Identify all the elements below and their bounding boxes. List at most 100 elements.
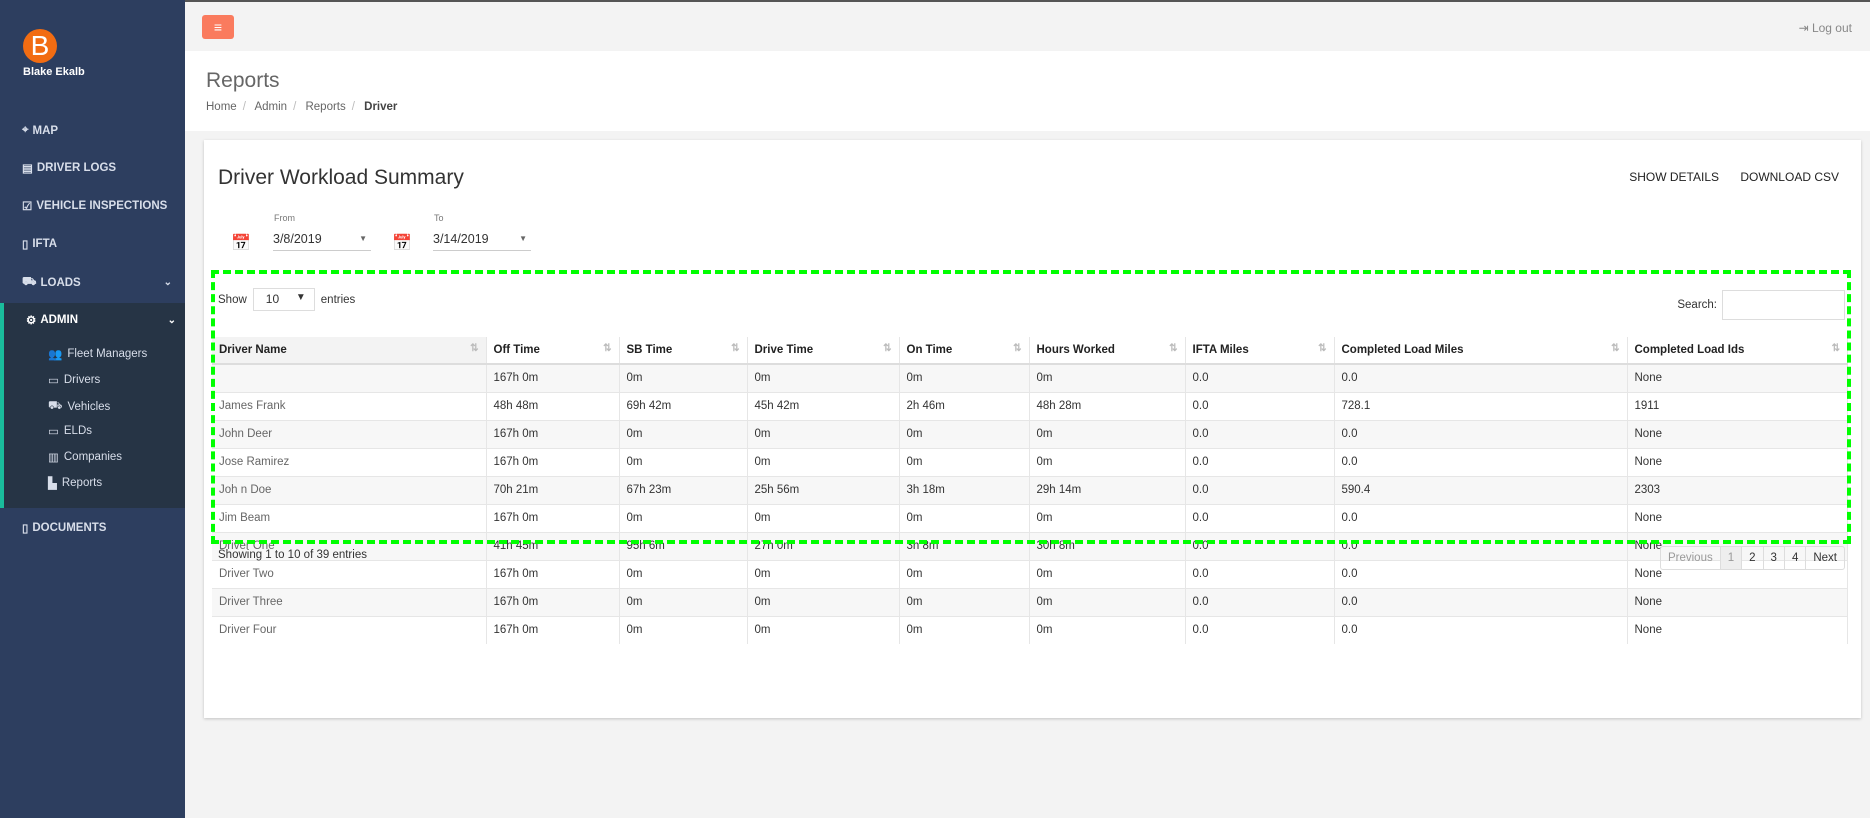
sidebar-item-admin[interactable]: ⚙ ADMIN ⌄ — [26, 313, 176, 327]
breadcrumb-admin[interactable]: Admin — [254, 101, 287, 113]
column-header[interactable]: Hours Worked ⇅ — [1029, 337, 1186, 365]
calendar-icon[interactable]: 📅 — [392, 233, 412, 253]
table-cell: 29h 14m — [1029, 475, 1186, 504]
sidebar-item-label: DRIVER LOGS — [36, 162, 117, 174]
sort-icon: ⇅ — [883, 343, 892, 354]
logout-link[interactable]: ⇥ Log out — [1799, 21, 1852, 35]
column-header-label: SB Time — [626, 344, 673, 356]
table-cell: 0m — [747, 587, 900, 616]
table-row[interactable]: Driver Three 167h 0m 0m 0m 0m 0m 0.0 0.0 None — [212, 587, 1848, 616]
table-cell: 0.0 — [1334, 615, 1628, 644]
table-cell: 0.0 — [1185, 475, 1335, 504]
search-input[interactable] — [1722, 290, 1845, 320]
table-cell: 167h 0m — [486, 559, 620, 588]
sidebar-item-label: DOCUMENTS — [32, 522, 107, 534]
caret-down-icon: ▼ — [519, 234, 527, 243]
sidebar-item-label: LOADS — [40, 276, 81, 289]
sort-ascending-icon: ⇅ — [470, 343, 479, 354]
table-row[interactable]: Driver Four 167h 0m 0m 0m 0m 0m 0.0 0.0 None — [212, 615, 1848, 644]
id-card-icon: ▭ — [48, 375, 59, 387]
column-header[interactable]: Driver Name ⇅ — [212, 337, 487, 365]
table-row[interactable]: Jim Beam 167h 0m 0m 0m 0m 0m 0.0 0.0 None — [212, 503, 1848, 532]
column-header[interactable]: Completed Load Miles ⇅ — [1334, 337, 1628, 365]
column-header[interactable]: Drive Time ⇅ — [747, 337, 900, 365]
breadcrumb-home[interactable]: Home — [206, 101, 237, 113]
sidebar-sub-vehicles[interactable]: ⛟ Vehicles — [48, 399, 110, 414]
table-row[interactable]: Driver Two 167h 0m 0m 0m 0m 0m 0.0 0.0 None — [212, 559, 1848, 588]
table-cell: 728.1 — [1334, 391, 1628, 420]
from-date-select[interactable]: 3/8/2019 ▼ — [273, 228, 371, 251]
table-row[interactable]: James Frank 48h 48m 69h 42m 45h 42m 2h 46m 48… — [212, 391, 1848, 420]
table-cell: 27h 0m — [747, 531, 900, 560]
column-header[interactable]: Completed Load Ids ⇅ — [1627, 337, 1848, 365]
sidebar-item-label: VEHICLE INSPECTIONS — [36, 200, 168, 212]
table-cell: 0m — [1029, 363, 1186, 392]
user-name: Blake Ekalb — [23, 66, 85, 78]
table-row[interactable]: Driver One 41h 45m 95h 6m 27h 0m 3h 8m 30h 8m… — [212, 531, 1848, 560]
table-cell: Joh n Doe — [212, 475, 487, 504]
column-header-label: Driver Name — [219, 344, 287, 356]
caret-down-icon: ▼ — [295, 292, 306, 303]
sidebar-item-driver-logs[interactable]: ▤ DRIVER LOGS — [22, 161, 172, 175]
table-cell: 0m — [619, 447, 748, 476]
table-cell: 0.0 — [1334, 503, 1628, 532]
page-4-button[interactable]: 4 — [1785, 547, 1807, 569]
sidebar-sub-elds[interactable]: ▭ ELDs — [48, 424, 92, 438]
page-1-button[interactable]: 1 — [1720, 547, 1743, 569]
column-header-label: Hours Worked — [1036, 344, 1115, 356]
sidebar-sub-drivers[interactable]: ▭ Drivers — [48, 373, 100, 387]
table-cell: 0.0 — [1185, 447, 1335, 476]
sidebar-sub-fleet-managers[interactable]: 👥 Fleet Managers — [48, 347, 147, 361]
building-icon: ▥ — [48, 452, 59, 464]
sidebar-item-vehicle-inspections[interactable]: ☑ VEHICLE INSPECTIONS — [22, 199, 172, 213]
table-row[interactable]: Joh n Doe 70h 21m 67h 23m 25h 56m 3h 18m 29h … — [212, 475, 1848, 504]
table-cell: 45h 42m — [747, 391, 900, 420]
table-cell: John Deer — [212, 419, 487, 448]
column-header[interactable]: On Time ⇅ — [899, 337, 1030, 365]
show-details-button[interactable]: SHOW DETAILS — [1629, 170, 1719, 184]
sort-icon: ⇅ — [1013, 343, 1022, 354]
table-row[interactable]: 167h 0m 0m 0m 0m 0m 0.0 0.0 None — [212, 363, 1848, 392]
page-3-button[interactable]: 3 — [1764, 547, 1785, 569]
table-cell: None — [1627, 419, 1848, 448]
column-header[interactable]: Off Time ⇅ — [486, 337, 620, 365]
table-cell: 167h 0m — [486, 503, 620, 532]
table-cell: 0m — [747, 447, 900, 476]
download-csv-button[interactable]: DOWNLOAD CSV — [1740, 170, 1839, 184]
table-row[interactable]: Jose Ramirez 167h 0m 0m 0m 0m 0m 0.0 0.0 None — [212, 447, 1848, 476]
table-cell: 0m — [747, 419, 900, 448]
table-cell: 0.0 — [1334, 559, 1628, 588]
sidebar-item-map[interactable]: ⌖ MAP — [22, 124, 172, 137]
previous-page-button[interactable]: Previous — [1661, 547, 1721, 569]
chevron-down-icon: ⌄ — [163, 277, 172, 288]
column-header-label: Completed Load Miles — [1341, 344, 1464, 356]
sidebar-item-documents[interactable]: ▯ DOCUMENTS — [22, 521, 172, 535]
table-cell: 95h 6m — [619, 531, 748, 560]
next-page-button[interactable]: Next — [1806, 547, 1844, 569]
table-row[interactable]: John Deer 167h 0m 0m 0m 0m 0m 0.0 0.0 None — [212, 419, 1848, 448]
entries-select[interactable]: 10 ▼ — [252, 288, 315, 311]
page-2-button[interactable]: 2 — [1742, 547, 1764, 569]
top-bar: ≡ ⇥ Log out — [185, 0, 1870, 51]
sub-label: Companies — [63, 451, 123, 463]
column-header[interactable]: IFTA Miles ⇅ — [1185, 337, 1335, 365]
menu-toggle-button[interactable]: ≡ — [202, 15, 234, 39]
sort-icon: ⇅ — [1318, 343, 1327, 354]
table-cell: Jose Ramirez — [212, 447, 487, 476]
table-cell: None — [1627, 615, 1848, 644]
table-cell: 0.0 — [1185, 615, 1335, 644]
breadcrumb-reports[interactable]: Reports — [305, 101, 345, 113]
sidebar-sub-companies[interactable]: ▥ Companies — [48, 450, 122, 464]
table-cell: 0m — [619, 363, 748, 392]
column-header[interactable]: SB Time ⇅ — [619, 337, 748, 365]
table-cell: 0m — [747, 503, 900, 532]
calendar-icon[interactable]: 📅 — [231, 233, 251, 253]
sidebar-item-ifta[interactable]: ▯ IFTA — [22, 237, 172, 251]
sidebar-item-loads[interactable]: ⛟ LOADS ⌄ — [22, 275, 172, 290]
to-date-select[interactable]: 3/14/2019 ▼ — [433, 228, 531, 251]
workload-table: Driver Name ⇅ Off Time ⇅ SB Time ⇅ Drive Time ⇅… — [212, 337, 1848, 644]
sidebar-sub-reports[interactable]: ▙ Reports — [48, 476, 102, 490]
table-cell: 0.0 — [1334, 363, 1628, 392]
from-date-value: 3/8/2019 — [273, 232, 322, 246]
table-cell: 167h 0m — [486, 615, 620, 644]
